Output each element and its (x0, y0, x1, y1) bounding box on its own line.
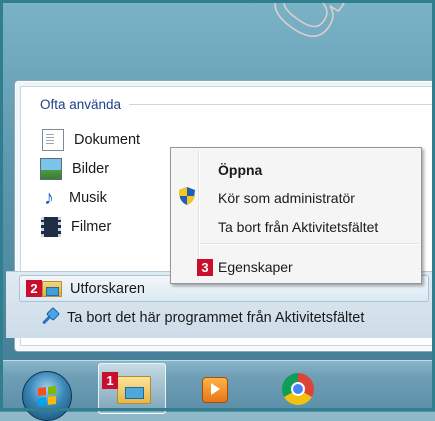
menu-item-run-as-admin[interactable]: Kör som administratör (218, 186, 355, 210)
callout-badge-2: 2 (26, 280, 42, 297)
jump-item-label: Filmer (71, 219, 112, 235)
section-header: Ofta använda (40, 97, 435, 112)
jump-item-label: Dokument (74, 132, 141, 148)
menu-item-open[interactable]: Öppna (218, 158, 262, 182)
taskbar: 1 (0, 360, 435, 421)
chrome-icon (282, 373, 314, 405)
pictures-icon (40, 158, 62, 180)
menu-item-unpin-from-taskbar[interactable]: Ta bort från Aktivitetsfältet (218, 215, 378, 239)
jump-item-label: Bilder (72, 161, 110, 177)
context-menu: Öppna Kör som administratör Ta bort från… (170, 147, 422, 284)
explorer-folder-icon (42, 280, 62, 297)
jump-item-music[interactable]: ♪ Musik (39, 185, 107, 211)
jump-item-videos[interactable]: Filmer (39, 214, 111, 240)
explorer-folder-icon (117, 376, 151, 404)
windows-logo-icon (38, 386, 56, 406)
taskbar-media-player-button[interactable] (190, 363, 256, 412)
menu-item-properties[interactable]: Egenskaper (218, 255, 293, 279)
section-divider (129, 104, 435, 105)
callout-badge-3: 3 (197, 259, 213, 276)
media-player-icon (202, 377, 228, 403)
music-icon: ♪ (44, 187, 54, 209)
unpin-program-item[interactable]: Ta bort det här programmet från Aktivite… (19, 305, 435, 331)
video-icon (41, 217, 61, 237)
uac-shield-icon (179, 187, 195, 205)
unpin-icon (39, 308, 59, 328)
program-label: Utforskaren (70, 280, 145, 297)
taskbar-chrome-button[interactable] (270, 363, 336, 412)
callout-badge-1: 1 (102, 372, 118, 389)
jump-item-label: Musik (69, 190, 107, 206)
start-button[interactable] (22, 371, 72, 421)
document-icon (42, 129, 64, 151)
jump-item-documents[interactable]: Dokument (39, 127, 140, 153)
jump-item-pictures[interactable]: Bilder (39, 156, 109, 182)
menu-separator (201, 243, 418, 244)
section-title: Ofta använda (40, 97, 122, 112)
unpin-label: Ta bort det här programmet från Aktivite… (67, 310, 365, 326)
